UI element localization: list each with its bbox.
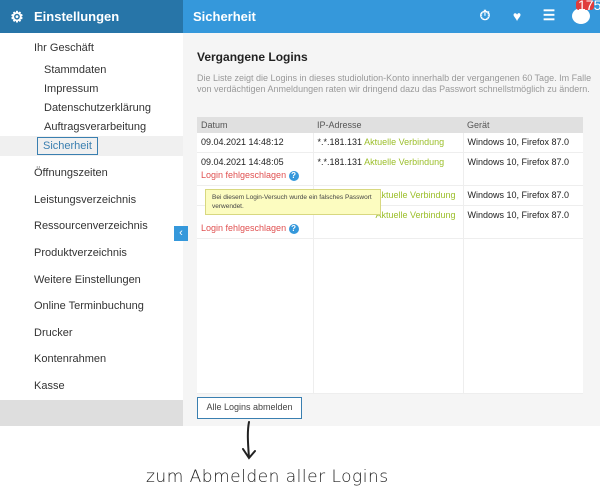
section-heading: Vergangene Logins [197,50,308,64]
tooltip: Bei diesem Login-Versuch wurde ein falsc… [205,189,381,215]
gear-icon: ⚙ [10,8,24,26]
ip-address: *.*.181.131 [317,137,363,147]
sidebar-item-leistungsverzeichnis[interactable]: Leistungsverzeichnis [34,194,136,206]
device: Windows 10, Firefox 87.0 [463,152,583,186]
device: Windows 10, Firefox 87.0 [463,133,583,153]
sidebar-item-produktverzeichnis[interactable]: Produktverzeichnis [34,247,127,259]
sidebar-item-oeffnungszeiten[interactable]: Öffnungszeiten [34,167,108,179]
sidebar-item-stammdaten[interactable]: Stammdaten [44,64,106,76]
current-connection: Aktuelle Verbindung [364,157,445,167]
stopwatch-icon[interactable]: ⏱ [476,7,494,24]
sidebar-item-weitere-einstellungen[interactable]: Weitere Einstellungen [34,274,141,286]
column-header-geraet: Gerät [463,117,583,133]
list-icon[interactable]: ☰ [540,7,558,24]
annotation-text: zum Abmelden aller Logins [146,467,389,487]
arrow-down-icon [242,421,256,460]
logins-table: Datum IP-Adresse Gerät 09.04.2021 14:48:… [197,117,583,394]
device: Windows 10, Firefox 87.0 [463,185,583,206]
sidebar-item-kontenrahmen[interactable]: Kontenrahmen [34,353,106,365]
current-connection: Aktuelle Verbindung [375,190,456,200]
coin-icon[interactable]: S 175 [572,0,600,24]
current-connection: Aktuelle Verbindung [364,137,445,147]
table-row: 09.04.2021 14:48:12 *.*.181.131 Aktuelle… [197,133,583,153]
sidebar-item-auftragsverarbeitung[interactable]: Auftragsverarbeitung [44,121,146,133]
table-row: 09.04.2021 14:48:05 Login fehlgeschlagen … [197,152,583,186]
help-icon[interactable]: ? [288,224,299,234]
login-failed: Login fehlgeschlagen [201,223,287,233]
help-icon[interactable]: ? [288,171,299,181]
collapse-sidebar-button[interactable]: ‹ [174,226,188,241]
sidebar-item-sicherheit[interactable]: Sicherheit [37,137,98,155]
sidebar-group-ihr-geschaeft[interactable]: Ihr Geschäft [34,42,94,54]
ip-address: *.*.181.131 [317,157,363,167]
column-header-datum: Datum [197,117,313,133]
sidebar-item-impressum[interactable]: Impressum [44,83,98,95]
login-date: 09.04.2021 14:48:05 [201,157,284,167]
sidebar-item-ressourcenverzeichnis[interactable]: Ressourcenverzeichnis [34,220,148,232]
settings-header: ⚙ Einstellungen [0,0,183,33]
current-connection: Aktuelle Verbindung [375,210,456,220]
device: Windows 10, Firefox 87.0 [463,205,583,239]
sidebar-item-drucker[interactable]: Drucker [34,327,73,339]
login-date: 09.04.2021 14:48:12 [201,137,284,147]
heartbeat-icon[interactable]: ♥ [508,8,526,24]
sidebar-item-online-terminbuchung[interactable]: Online Terminbuchung [34,300,144,312]
logout-all-button[interactable]: Alle Logins abmelden [197,397,302,419]
page-header: Sicherheit ⏱ ♥ ☰ S 175 [183,0,600,33]
sidebar-footer [0,400,183,426]
sidebar-item-datenschutz[interactable]: Datenschutzerklärung [44,102,151,114]
sidebar: Ihr Geschäft Stammdaten Impressum Datens… [0,33,183,426]
notification-badge: 175 [576,0,600,13]
page-title: Sicherheit [193,9,256,24]
main-content: Vergangene Logins Die Liste zeigt die Lo… [183,33,600,426]
sidebar-item-kasse[interactable]: Kasse [34,380,65,392]
login-failed: Login fehlgeschlagen [201,170,287,180]
description: Die Liste zeigt die Logins in dieses stu… [197,73,592,94]
section-title: Einstellungen [34,9,120,24]
column-header-ip: IP-Adresse [313,117,463,133]
